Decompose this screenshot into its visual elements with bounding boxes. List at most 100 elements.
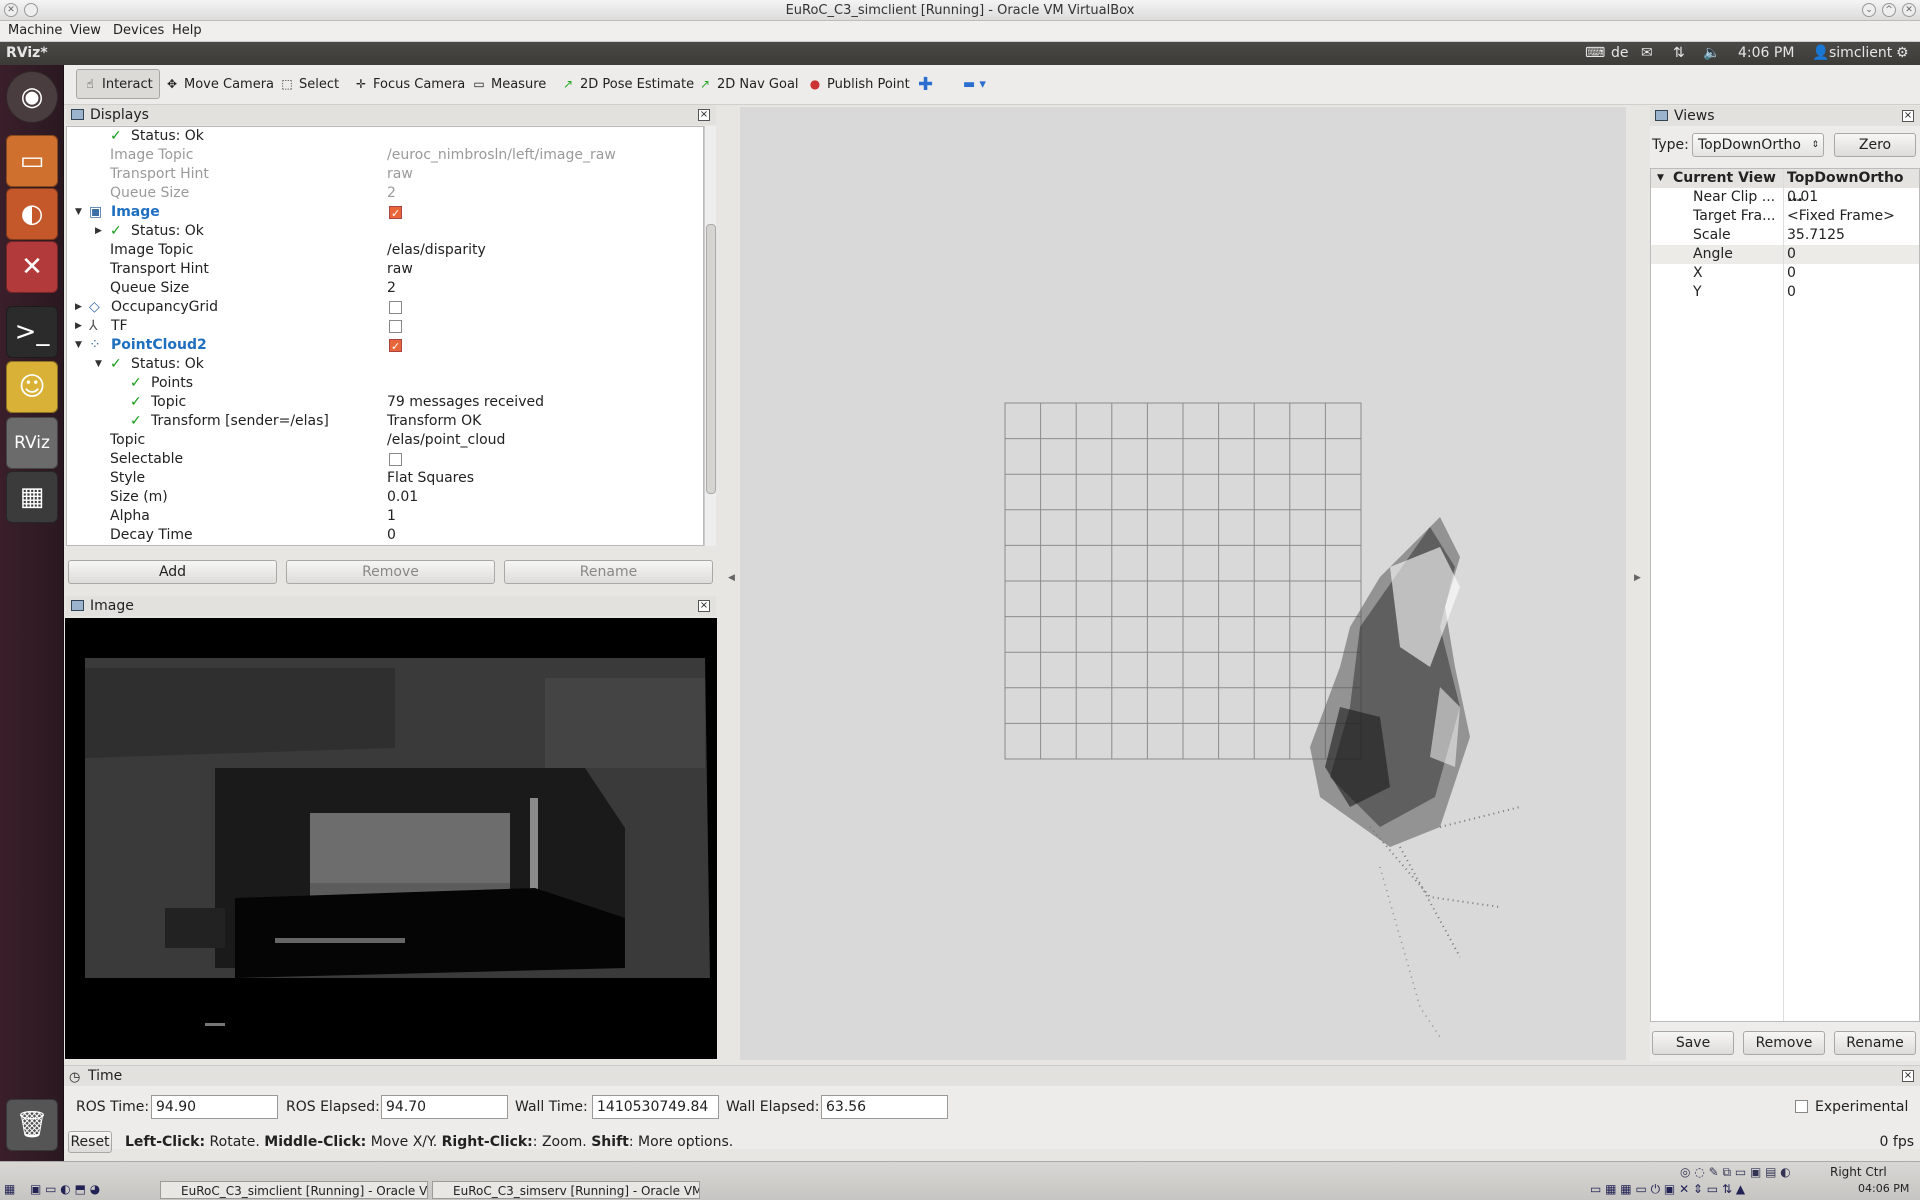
app-icon[interactable]: ☺ xyxy=(6,361,58,413)
left-dock-arrow-icon[interactable]: ◀ xyxy=(728,573,735,583)
expand-triangle-icon[interactable]: ▼ xyxy=(75,336,82,355)
ros-time-field[interactable]: 94.90 xyxy=(151,1095,278,1119)
collapsed-triangle-icon[interactable]: ▶ xyxy=(95,222,102,241)
window-menu-icon[interactable] xyxy=(24,3,38,17)
reset-button[interactable]: Reset xyxy=(68,1131,112,1153)
wall-time-field[interactable]: 1410530749.84 xyxy=(592,1095,719,1119)
displays-scrollbar[interactable] xyxy=(704,126,716,546)
remove-display-button[interactable]: Remove xyxy=(286,560,495,584)
keyboard-icon[interactable]: ⌨ xyxy=(1585,42,1605,65)
enabled-checkbox[interactable] xyxy=(389,301,402,314)
tree-row[interactable]: ✓ Topic 79 messages received xyxy=(67,393,703,412)
menu-help[interactable]: Help xyxy=(172,21,202,41)
trash-icon[interactable]: 🗑 xyxy=(6,1099,58,1151)
enabled-checkbox[interactable] xyxy=(389,204,402,223)
view-prop-row[interactable]: Angle 0 xyxy=(1651,245,1919,264)
tray-icons[interactable]: ▭ ▦ ▦ ▭ ⏻ ▣ ✕ ⇕ ▭ ⇅ ▲ xyxy=(1590,1182,1745,1197)
tree-row[interactable]: Image Topic/elas/disparity xyxy=(67,241,703,260)
tree-row[interactable]: Alpha 1 xyxy=(67,507,703,526)
move-camera-tool[interactable]: ✥ Move Camera xyxy=(159,69,280,99)
volume-icon[interactable]: 🔈 xyxy=(1703,42,1720,65)
tree-row[interactable]: Queue Size 2 xyxy=(67,184,703,203)
files-icon[interactable]: ▭ xyxy=(6,135,58,187)
network-icon[interactable]: ⇅ xyxy=(1673,42,1685,65)
tree-row[interactable]: Style Flat Squares xyxy=(67,469,703,488)
gear-icon[interactable]: ⚙ xyxy=(1896,42,1909,65)
maximize-icon[interactable]: ^ xyxy=(1882,3,1896,17)
tree-row[interactable]: Queue Size 2 xyxy=(67,279,703,298)
publish-point-tool[interactable]: ● Publish Point xyxy=(802,69,916,99)
interact-tool[interactable]: ☝ Interact xyxy=(76,69,160,99)
start-menu-icon[interactable]: ▦ xyxy=(4,1182,15,1196)
selectable-checkbox[interactable] xyxy=(389,453,402,466)
tree-row[interactable]: Transport Hint raw xyxy=(67,260,703,279)
tree-row[interactable]: ✓ Points xyxy=(67,374,703,393)
expand-triangle-icon[interactable]: ▼ xyxy=(75,203,82,222)
collapsed-triangle-icon[interactable]: ▶ xyxy=(75,317,82,336)
view-prop-row[interactable]: Target Fra... <Fixed Frame> xyxy=(1651,207,1919,226)
tree-row[interactable]: Transport Hint raw xyxy=(67,165,703,184)
firefox-icon[interactable]: ◐ xyxy=(6,188,58,240)
tree-row[interactable]: Decay Time 0 xyxy=(67,526,703,545)
view-prop-row[interactable]: Scale 35.7125 xyxy=(1651,226,1919,245)
remove-view-button[interactable]: Remove xyxy=(1743,1031,1825,1055)
wall-elapsed-field[interactable]: 63.56 xyxy=(821,1095,948,1119)
workspace-switcher-icon[interactable]: ▦ xyxy=(6,471,58,523)
taskbar-item-simserv[interactable]: EuRoC_C3_simserv [Running] - Oracle VM V… xyxy=(432,1181,700,1199)
views-property-tree[interactable]: ▼ Current View TopDownOrtho ... Near Clip … xyxy=(1650,168,1920,1022)
enabled-checkbox[interactable] xyxy=(389,337,402,356)
rviz-icon[interactable]: RViz xyxy=(6,417,58,469)
rename-view-button[interactable]: Rename xyxy=(1834,1031,1916,1055)
tree-row[interactable]: Image Topic/euroc_nimbrosln/left/image_r… xyxy=(67,146,703,165)
current-view-row[interactable]: ▼ Current View TopDownOrtho ... xyxy=(1651,169,1919,205)
rename-display-button[interactable]: Rename xyxy=(504,560,713,584)
add-display-button[interactable]: Add xyxy=(68,560,277,584)
tree-row[interactable]: Selectable xyxy=(67,450,703,469)
add-tool-icon[interactable]: ✚ xyxy=(912,69,939,99)
mail-icon[interactable]: ✉ xyxy=(1641,42,1653,65)
right-dock-arrow-icon[interactable]: ▶ xyxy=(1634,573,1641,583)
nav-goal-tool[interactable]: ↗ 2D Nav Goal xyxy=(692,69,805,99)
tree-row[interactable]: ▼ ✓ Status: Ok xyxy=(67,355,703,374)
tree-row-occupancygrid[interactable]: ▶ ◇ OccupancyGrid xyxy=(67,298,703,317)
close-icon[interactable]: × xyxy=(1902,110,1914,122)
tree-row-image-display[interactable]: ▼ ▣ Image xyxy=(67,203,703,223)
menu-view[interactable]: View xyxy=(70,21,101,41)
view-prop-row[interactable]: Near Clip ... 0.01 xyxy=(1651,188,1919,207)
tree-row-tf[interactable]: ▶ ⅄ TF xyxy=(67,317,703,336)
tree-row[interactable]: ▶ ✓ Status: Ok xyxy=(67,222,703,241)
focus-camera-tool[interactable]: ✛ Focus Camera xyxy=(348,69,471,99)
menu-devices[interactable]: Devices xyxy=(113,21,164,41)
minimize-icon[interactable]: ⌄ xyxy=(1862,3,1876,17)
vbox-status-icons[interactable]: ◎ ◌ ✎ ⧉ ▭ ▣ ▤ ◐ xyxy=(1680,1165,1791,1180)
quicklaunch-icons[interactable]: ▣ ▭ ◐ ⬒ ◕ xyxy=(30,1182,100,1196)
tree-row[interactable]: ✓ Status: Ok xyxy=(67,127,703,146)
dash-home-icon[interactable]: ◉ xyxy=(6,71,58,123)
measure-tool[interactable]: ▭ Measure xyxy=(466,69,552,99)
close-window-icon[interactable]: ✕ xyxy=(1902,3,1916,17)
select-tool[interactable]: ⬚ Select xyxy=(274,69,345,99)
system-settings-icon[interactable]: ✕ xyxy=(6,241,58,293)
close-icon[interactable]: ✕ xyxy=(4,3,18,17)
experimental-checkbox[interactable] xyxy=(1795,1100,1808,1113)
close-icon[interactable]: × xyxy=(698,109,710,121)
tree-row-pointcloud2[interactable]: ▼ ⁘ PointCloud2 xyxy=(67,336,703,356)
close-icon[interactable]: × xyxy=(698,600,710,612)
3d-render-viewport[interactable]: ◀ ▶ xyxy=(728,107,1641,1060)
displays-tree[interactable]: ✓ Status: Ok Image Topic/euroc_nimbrosln/… xyxy=(66,126,704,546)
save-view-button[interactable]: Save xyxy=(1652,1031,1734,1055)
view-prop-row[interactable]: Y0 xyxy=(1651,283,1919,302)
scrollbar-thumb[interactable] xyxy=(706,224,716,494)
tree-row[interactable]: ✓ Transform [sender=/elas] Transform OK xyxy=(67,412,703,431)
menu-machine[interactable]: Machine xyxy=(8,21,62,41)
collapsed-triangle-icon[interactable]: ▶ xyxy=(75,298,82,317)
view-prop-row[interactable]: X0 xyxy=(1651,264,1919,283)
keyboard-layout[interactable]: de xyxy=(1611,42,1629,65)
terminal-icon[interactable]: >_ xyxy=(6,306,58,358)
panel-clock[interactable]: 4:06 PM xyxy=(1738,42,1794,65)
taskbar-item-simclient[interactable]: EuRoC_C3_simclient [Running] - Oracle VM… xyxy=(160,1181,428,1199)
ros-elapsed-field[interactable]: 94.70 xyxy=(381,1095,508,1119)
tree-row[interactable]: Size (m) 0.01 xyxy=(67,488,703,507)
enabled-checkbox[interactable] xyxy=(389,320,402,333)
view-type-select[interactable]: TopDownOrtho ⇕ xyxy=(1692,133,1824,157)
